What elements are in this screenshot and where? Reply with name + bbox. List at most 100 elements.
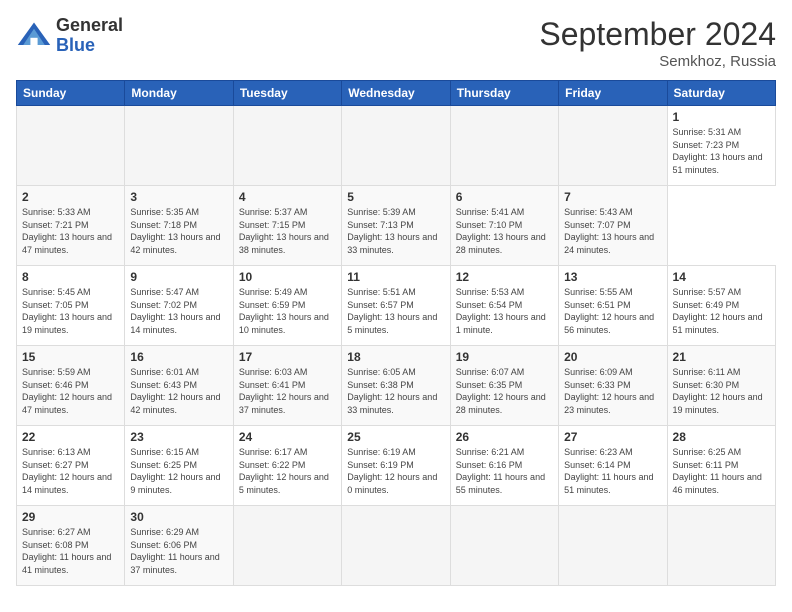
day-info: Sunrise: 6:21 AM Sunset: 6:16 PM Dayligh…: [456, 446, 553, 496]
table-row: 11 Sunrise: 5:51 AM Sunset: 6:57 PM Dayl…: [342, 266, 450, 346]
daylight-text: Daylight: 12 hours and 42 minutes.: [130, 392, 220, 415]
sunrise-text: Sunrise: 5:57 AM: [673, 287, 742, 297]
table-row: [17, 106, 125, 186]
sunset-text: Sunset: 7:18 PM: [130, 220, 197, 230]
day-number: 22: [22, 430, 119, 444]
header: General Blue September 2024 Semkhoz, Rus…: [16, 16, 776, 70]
day-number: 28: [673, 430, 770, 444]
sunrise-text: Sunrise: 6:05 AM: [347, 367, 416, 377]
logo-text: General Blue: [56, 16, 123, 56]
sunset-text: Sunset: 6:57 PM: [347, 300, 414, 310]
daylight-text: Daylight: 11 hours and 41 minutes.: [22, 552, 111, 575]
day-number: 26: [456, 430, 553, 444]
daylight-text: Daylight: 12 hours and 47 minutes.: [22, 392, 112, 415]
sunset-text: Sunset: 7:15 PM: [239, 220, 306, 230]
sunrise-text: Sunrise: 6:15 AM: [130, 447, 199, 457]
col-monday: Monday: [125, 81, 233, 106]
sunset-text: Sunset: 6:08 PM: [22, 540, 89, 550]
day-number: 5: [347, 190, 444, 204]
daylight-text: Daylight: 11 hours and 51 minutes.: [564, 472, 653, 495]
table-row: [342, 506, 450, 586]
daylight-text: Daylight: 12 hours and 51 minutes.: [673, 312, 763, 335]
sunrise-text: Sunrise: 5:55 AM: [564, 287, 633, 297]
daylight-text: Daylight: 13 hours and 51 minutes.: [673, 152, 763, 175]
day-number: 1: [673, 110, 770, 124]
daylight-text: Daylight: 12 hours and 14 minutes.: [22, 472, 112, 495]
calendar-week-row: 8 Sunrise: 5:45 AM Sunset: 7:05 PM Dayli…: [17, 266, 776, 346]
day-info: Sunrise: 5:31 AM Sunset: 7:23 PM Dayligh…: [673, 126, 770, 176]
location-subtitle: Semkhoz, Russia: [539, 53, 776, 70]
table-row: 6 Sunrise: 5:41 AM Sunset: 7:10 PM Dayli…: [450, 186, 558, 266]
calendar-week-row: 2 Sunrise: 5:33 AM Sunset: 7:21 PM Dayli…: [17, 186, 776, 266]
table-row: 10 Sunrise: 5:49 AM Sunset: 6:59 PM Dayl…: [233, 266, 341, 346]
day-info: Sunrise: 5:49 AM Sunset: 6:59 PM Dayligh…: [239, 286, 336, 336]
day-number: 27: [564, 430, 661, 444]
table-row: 25 Sunrise: 6:19 AM Sunset: 6:19 PM Dayl…: [342, 426, 450, 506]
daylight-text: Daylight: 13 hours and 28 minutes.: [456, 232, 546, 255]
day-number: 10: [239, 270, 336, 284]
daylight-text: Daylight: 13 hours and 38 minutes.: [239, 232, 329, 255]
logo-blue-text: Blue: [56, 36, 123, 56]
day-info: Sunrise: 5:45 AM Sunset: 7:05 PM Dayligh…: [22, 286, 119, 336]
daylight-text: Daylight: 12 hours and 9 minutes.: [130, 472, 220, 495]
sunset-text: Sunset: 7:10 PM: [456, 220, 523, 230]
table-row: [233, 506, 341, 586]
day-info: Sunrise: 6:11 AM Sunset: 6:30 PM Dayligh…: [673, 366, 770, 416]
daylight-text: Daylight: 12 hours and 56 minutes.: [564, 312, 654, 335]
table-row: [667, 506, 775, 586]
sunset-text: Sunset: 7:05 PM: [22, 300, 89, 310]
sunset-text: Sunset: 6:25 PM: [130, 460, 197, 470]
table-row: [125, 106, 233, 186]
table-row: 8 Sunrise: 5:45 AM Sunset: 7:05 PM Dayli…: [17, 266, 125, 346]
day-info: Sunrise: 5:47 AM Sunset: 7:02 PM Dayligh…: [130, 286, 227, 336]
col-sunday: Sunday: [17, 81, 125, 106]
table-row: [233, 106, 341, 186]
day-number: 14: [673, 270, 770, 284]
daylight-text: Daylight: 11 hours and 55 minutes.: [456, 472, 545, 495]
table-row: 23 Sunrise: 6:15 AM Sunset: 6:25 PM Dayl…: [125, 426, 233, 506]
table-row: 29 Sunrise: 6:27 AM Sunset: 6:08 PM Dayl…: [17, 506, 125, 586]
month-title: September 2024: [539, 16, 776, 53]
daylight-text: Daylight: 13 hours and 24 minutes.: [564, 232, 654, 255]
day-number: 24: [239, 430, 336, 444]
calendar-table: Sunday Monday Tuesday Wednesday Thursday…: [16, 80, 776, 586]
sunrise-text: Sunrise: 5:37 AM: [239, 207, 308, 217]
day-info: Sunrise: 5:51 AM Sunset: 6:57 PM Dayligh…: [347, 286, 444, 336]
sunset-text: Sunset: 7:23 PM: [673, 140, 740, 150]
table-row: 14 Sunrise: 5:57 AM Sunset: 6:49 PM Dayl…: [667, 266, 775, 346]
table-row: 18 Sunrise: 6:05 AM Sunset: 6:38 PM Dayl…: [342, 346, 450, 426]
sunset-text: Sunset: 6:35 PM: [456, 380, 523, 390]
sunrise-text: Sunrise: 5:33 AM: [22, 207, 91, 217]
day-info: Sunrise: 5:59 AM Sunset: 6:46 PM Dayligh…: [22, 366, 119, 416]
table-row: 3 Sunrise: 5:35 AM Sunset: 7:18 PM Dayli…: [125, 186, 233, 266]
day-info: Sunrise: 6:05 AM Sunset: 6:38 PM Dayligh…: [347, 366, 444, 416]
table-row: 12 Sunrise: 5:53 AM Sunset: 6:54 PM Dayl…: [450, 266, 558, 346]
day-info: Sunrise: 6:19 AM Sunset: 6:19 PM Dayligh…: [347, 446, 444, 496]
col-thursday: Thursday: [450, 81, 558, 106]
day-info: Sunrise: 5:55 AM Sunset: 6:51 PM Dayligh…: [564, 286, 661, 336]
day-number: 15: [22, 350, 119, 364]
table-row: 9 Sunrise: 5:47 AM Sunset: 7:02 PM Dayli…: [125, 266, 233, 346]
day-info: Sunrise: 5:35 AM Sunset: 7:18 PM Dayligh…: [130, 206, 227, 256]
daylight-text: Daylight: 13 hours and 10 minutes.: [239, 312, 329, 335]
day-number: 18: [347, 350, 444, 364]
sunrise-text: Sunrise: 5:31 AM: [673, 127, 742, 137]
sunset-text: Sunset: 6:33 PM: [564, 380, 631, 390]
sunset-text: Sunset: 7:02 PM: [130, 300, 197, 310]
day-number: 11: [347, 270, 444, 284]
col-wednesday: Wednesday: [342, 81, 450, 106]
day-info: Sunrise: 5:57 AM Sunset: 6:49 PM Dayligh…: [673, 286, 770, 336]
sunset-text: Sunset: 6:43 PM: [130, 380, 197, 390]
day-number: 30: [130, 510, 227, 524]
table-row: [450, 506, 558, 586]
sunrise-text: Sunrise: 6:13 AM: [22, 447, 91, 457]
sunset-text: Sunset: 6:54 PM: [456, 300, 523, 310]
page: General Blue September 2024 Semkhoz, Rus…: [0, 0, 792, 612]
col-tuesday: Tuesday: [233, 81, 341, 106]
sunset-text: Sunset: 6:16 PM: [456, 460, 523, 470]
day-info: Sunrise: 5:41 AM Sunset: 7:10 PM Dayligh…: [456, 206, 553, 256]
daylight-text: Daylight: 13 hours and 42 minutes.: [130, 232, 220, 255]
day-number: 21: [673, 350, 770, 364]
sunrise-text: Sunrise: 6:25 AM: [673, 447, 742, 457]
daylight-text: Daylight: 11 hours and 37 minutes.: [130, 552, 219, 575]
